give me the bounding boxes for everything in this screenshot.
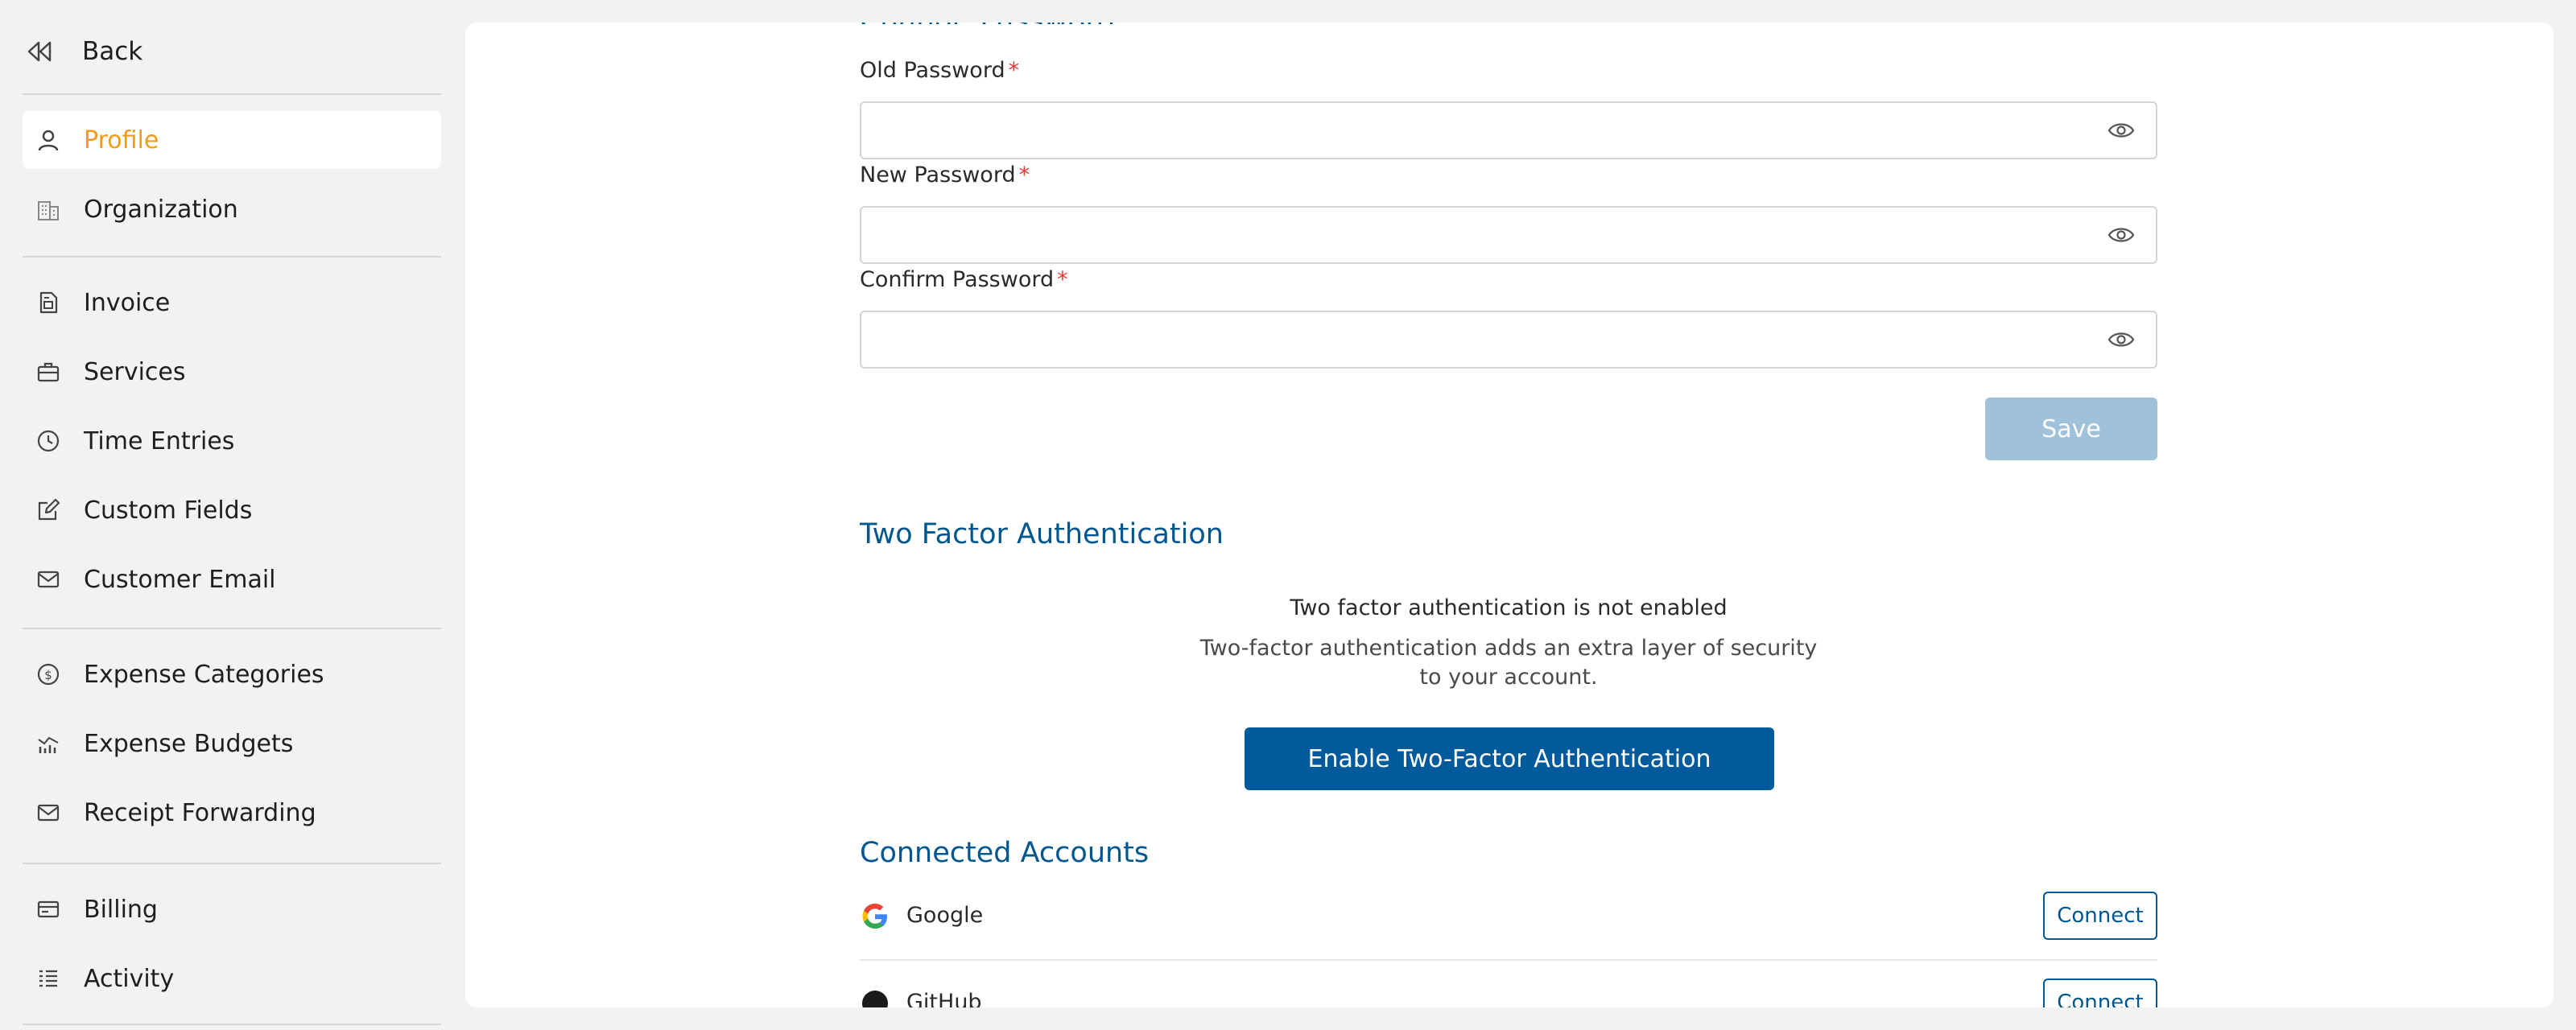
confirm-password-field[interactable] [860,311,2157,369]
profile-panel: Change Password Old Password* New Passwo… [465,23,2553,1007]
eye-icon[interactable] [2107,330,2135,349]
two-factor-title: Two Factor Authentication [860,518,1224,550]
sidebar-item-customer-email[interactable]: Customer Email [23,550,441,608]
new-password-input[interactable] [861,208,2085,262]
new-password-label: New Password * [860,163,1030,187]
settings-sidebar: Back Profile Organization Invoice Servic… [0,0,451,1030]
old-password-label: Old Password * [860,58,1020,83]
sidebar-item-receipt-forwarding[interactable]: Receipt Forwarding [23,784,441,842]
back-label: Back [82,37,143,66]
profile-content: Change Password Old Password* New Passwo… [860,23,2157,1007]
dollar-circle-icon: $ [35,661,61,687]
sidebar-item-services[interactable]: Services [23,343,441,401]
mail-icon [35,800,61,826]
user-icon [35,127,61,153]
sidebar-divider [23,628,441,629]
briefcase-icon [35,359,61,385]
sidebar-item-label: Invoice [84,288,171,317]
sidebar-item-custom-fields[interactable]: Custom Fields [23,481,441,539]
new-password-field[interactable] [860,206,2157,264]
chart-icon [35,731,61,756]
confirm-password-input[interactable] [861,312,2085,367]
sidebar-item-time-entries[interactable]: Time Entries [23,412,441,470]
sidebar-item-label: Expense Categories [84,660,324,689]
two-factor-description: Two-factor authentication adds an extra … [1199,636,1818,690]
sidebar-item-label: Services [84,357,186,386]
sidebar-item-label: Time Entries [84,426,235,455]
old-password-field[interactable] [860,101,2157,159]
google-logo-icon [862,904,887,929]
connected-account-google: Google Connect [860,888,2157,945]
sidebar-divider [23,93,441,95]
enable-two-factor-button[interactable]: Enable Two-Factor Authentication [1245,727,1774,790]
github-logo-icon [862,991,888,1007]
sidebar-item-label: Profile [84,126,159,154]
sidebar-item-expense-budgets[interactable]: Expense Budgets [23,715,441,772]
mail-icon [35,566,61,592]
connected-accounts-title: Connected Accounts [860,837,1150,869]
sidebar-item-label: Custom Fields [84,496,253,525]
edit-icon [35,497,61,523]
sidebar-divider [23,256,441,258]
invoice-icon [35,290,61,315]
card-icon [35,896,61,922]
account-row-divider [860,959,2157,961]
double-chevron-left-icon [23,34,58,69]
connected-account-github-partial: GitHub Connect [860,975,2157,1007]
list-icon [35,966,61,991]
sidebar-divider [23,863,441,864]
sidebar-item-invoice[interactable]: Invoice [23,274,441,332]
sidebar-item-organization[interactable]: Organization [23,180,441,238]
connect-google-button[interactable]: Connect [2043,892,2157,940]
change-password-heading-cut: Change Password [860,23,1115,24]
confirm-password-label: Confirm Password * [860,267,1068,292]
building-icon [35,196,61,222]
back-button[interactable]: Back [23,24,441,79]
sidebar-item-profile[interactable]: Profile [23,111,441,169]
sidebar-item-label: Activity [84,964,175,993]
sidebar-item-billing[interactable]: Billing [23,880,441,938]
sidebar-item-label: Customer Email [84,565,276,594]
sidebar-item-label: Receipt Forwarding [84,798,316,827]
sidebar-item-activity[interactable]: Activity [23,950,441,1007]
google-account-name: Google [906,903,984,928]
sidebar-item-label: Expense Budgets [84,729,294,758]
sidebar-item-expense-categories[interactable]: $ Expense Categories [23,645,441,703]
svg-text:$: $ [44,668,52,682]
eye-icon[interactable] [2107,225,2135,245]
sidebar-item-label: Billing [84,895,158,924]
clock-icon [35,428,61,454]
sidebar-divider [23,1024,441,1025]
connect-github-button[interactable]: Connect [2043,978,2157,1007]
save-button[interactable]: Save [1985,398,2157,460]
sidebar-item-label: Organization [84,195,238,224]
two-factor-status: Two factor authentication is not enabled [1290,595,1728,620]
github-account-name-cut: GitHub [906,990,982,1007]
old-password-input[interactable] [861,103,2085,158]
eye-icon[interactable] [2107,121,2135,140]
